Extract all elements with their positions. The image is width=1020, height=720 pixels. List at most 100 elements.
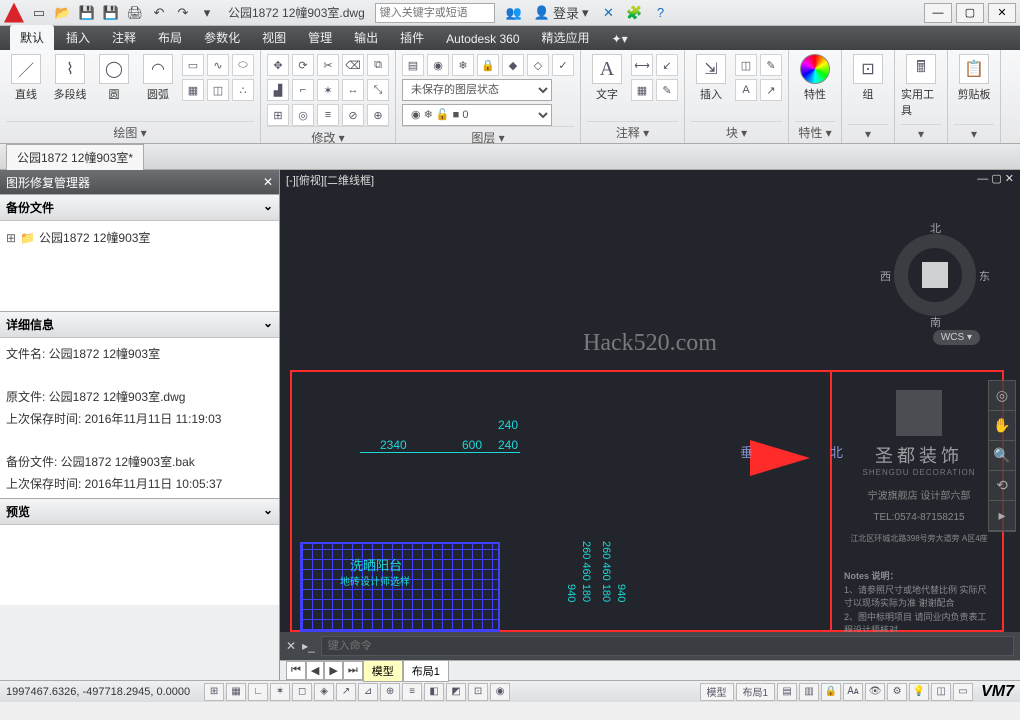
preview-header[interactable]: 预览⌄ bbox=[0, 499, 279, 525]
layout-last[interactable]: ⏭ bbox=[343, 661, 363, 680]
qat-saveas[interactable]: 💾 bbox=[100, 2, 122, 24]
ellipse-icon[interactable]: ⬭ bbox=[232, 54, 254, 76]
insert-button[interactable]: ⇲插入 bbox=[691, 54, 731, 121]
sb-dyn[interactable]: ⊕ bbox=[380, 683, 400, 701]
search-input[interactable] bbox=[375, 3, 495, 23]
sb-layout[interactable]: 布局1 bbox=[736, 683, 776, 701]
sb-iso[interactable]: ◫ bbox=[931, 683, 951, 701]
maximize-button[interactable]: ▢ bbox=[956, 3, 984, 23]
viewport-label[interactable]: [-][俯视][二维线框] bbox=[286, 172, 374, 188]
doc-tab-active[interactable]: 公园1872 12幢903室* bbox=[6, 144, 144, 170]
exchange-icon[interactable]: ✕ bbox=[597, 2, 619, 24]
layer-state-combo[interactable]: 未保存的图层状态 bbox=[402, 79, 552, 101]
utils-button[interactable]: 🖩实用工具 bbox=[901, 54, 941, 124]
tab-annotate[interactable]: 注释 bbox=[102, 25, 146, 50]
qat-undo[interactable]: ↶ bbox=[148, 2, 170, 24]
sb-snap[interactable]: ⊞ bbox=[204, 683, 224, 701]
move-icon[interactable]: ✥ bbox=[267, 54, 289, 76]
sb-am[interactable]: ◉ bbox=[490, 683, 510, 701]
point-icon[interactable]: ∴ bbox=[232, 79, 254, 101]
detail-header[interactable]: 详细信息⌄ bbox=[0, 312, 279, 338]
sb-otrack[interactable]: ↗ bbox=[336, 683, 356, 701]
dim-linear-icon[interactable]: ⟷ bbox=[631, 54, 653, 76]
erase-icon[interactable]: ⌫ bbox=[342, 54, 364, 76]
layout-next[interactable]: ▶ bbox=[324, 661, 342, 680]
props-button[interactable]: 特性 bbox=[795, 54, 835, 121]
fillet-icon[interactable]: ⌐ bbox=[292, 79, 314, 101]
qat-redo[interactable]: ↷ bbox=[172, 2, 194, 24]
layout-model[interactable]: 模型 bbox=[363, 660, 403, 682]
sb-3dosnap[interactable]: ◈ bbox=[314, 683, 334, 701]
sb-lwt[interactable]: ≡ bbox=[402, 683, 422, 701]
sb-polar[interactable]: ✶ bbox=[270, 683, 290, 701]
sb-qvl[interactable]: ▥ bbox=[799, 683, 819, 701]
panel-modify-title[interactable]: 修改 ▾ bbox=[267, 126, 389, 148]
sb-ortho[interactable]: ∟ bbox=[248, 683, 268, 701]
tab-output[interactable]: 输出 bbox=[344, 25, 388, 50]
align-icon[interactable]: ≡ bbox=[317, 104, 339, 126]
qat-dropdown[interactable]: ▾ bbox=[196, 2, 218, 24]
sb-ducs[interactable]: ⊿ bbox=[358, 683, 378, 701]
sb-tpy[interactable]: ◧ bbox=[424, 683, 444, 701]
group-button[interactable]: ⊡组 bbox=[848, 54, 888, 124]
arc-button[interactable]: ◠圆弧 bbox=[138, 54, 178, 121]
sb-qp[interactable]: ◩ bbox=[446, 683, 466, 701]
create-block-icon[interactable]: ◫ bbox=[735, 54, 757, 76]
layout-first[interactable]: ⏮ bbox=[286, 661, 306, 680]
offset-icon[interactable]: ◎ bbox=[292, 104, 314, 126]
break-icon[interactable]: ⊘ bbox=[342, 104, 364, 126]
wcs-badge[interactable]: WCS ▾ bbox=[933, 330, 980, 345]
nav-zoom-icon[interactable]: 🔍 bbox=[989, 441, 1015, 471]
apps-icon[interactable]: 🧩 bbox=[623, 2, 645, 24]
tab-a360[interactable]: Autodesk 360 bbox=[436, 28, 529, 50]
sb-ws[interactable]: ⚙ bbox=[887, 683, 907, 701]
qat-open[interactable]: 📂 bbox=[52, 2, 74, 24]
layer-match-icon[interactable]: ✓ bbox=[552, 54, 574, 76]
trim-icon[interactable]: ✂ bbox=[317, 54, 339, 76]
nav-orbit-icon[interactable]: ⟲ bbox=[989, 471, 1015, 501]
panel-annotate-title[interactable]: 注释 ▾ bbox=[587, 121, 678, 143]
qat-print[interactable]: 🖨 bbox=[124, 2, 146, 24]
layer-color-icon[interactable]: ◆ bbox=[502, 54, 524, 76]
scale-icon[interactable]: ⤡ bbox=[367, 79, 389, 101]
close-panel-icon[interactable]: ✕ bbox=[263, 175, 273, 189]
sb-hw[interactable]: 💡 bbox=[909, 683, 929, 701]
minimize-button[interactable]: — bbox=[924, 3, 952, 23]
clipboard-button[interactable]: 📋剪贴板 bbox=[954, 54, 994, 124]
login-button[interactable]: 👤登录▾ bbox=[529, 2, 594, 24]
explode-icon[interactable]: ✶ bbox=[317, 79, 339, 101]
viewport-controls[interactable]: [-][俯视][二维线框] — ▢ ✕ bbox=[280, 170, 1020, 190]
attr-icon[interactable]: A bbox=[735, 79, 757, 101]
table-icon[interactable]: ▦ bbox=[631, 79, 653, 101]
layout-prev[interactable]: ◀ bbox=[306, 661, 324, 680]
stretch-icon[interactable]: ↔ bbox=[342, 79, 364, 101]
layer-iso-icon[interactable]: ◇ bbox=[527, 54, 549, 76]
line-button[interactable]: ／直线 bbox=[6, 54, 46, 121]
polyline-button[interactable]: ⌇多段线 bbox=[50, 54, 90, 121]
panel-draw-title[interactable]: 绘图 ▾ bbox=[6, 121, 254, 143]
array-icon[interactable]: ⊞ bbox=[267, 104, 289, 126]
mirror-icon[interactable]: ▟ bbox=[267, 79, 289, 101]
drawing-canvas[interactable]: Hack520.com 北 南 东 西 WCS ▾ 2340 600 240 2… bbox=[280, 190, 1020, 632]
join-icon[interactable]: ⊕ bbox=[367, 104, 389, 126]
region-icon[interactable]: ◫ bbox=[207, 79, 229, 101]
mleader-icon[interactable]: ✎ bbox=[656, 79, 678, 101]
tab-layout[interactable]: 布局 bbox=[148, 25, 192, 50]
rotate-icon[interactable]: ⟳ bbox=[292, 54, 314, 76]
spline-icon[interactable]: ∿ bbox=[207, 54, 229, 76]
layer-props-icon[interactable]: ▤ bbox=[402, 54, 424, 76]
viewport-window-controls[interactable]: — ▢ ✕ bbox=[977, 172, 1014, 188]
cmd-close-icon[interactable]: ✕ bbox=[286, 639, 296, 653]
panel-layers-title[interactable]: 图层 ▾ bbox=[402, 126, 574, 148]
nav-showmotion-icon[interactable]: ▸ bbox=[989, 501, 1015, 531]
layer-freeze-icon[interactable]: ❄ bbox=[452, 54, 474, 76]
sb-annscale[interactable]: 🗛 bbox=[843, 683, 863, 701]
nav-wheel-icon[interactable]: ◎ bbox=[989, 381, 1015, 411]
backup-tree-item[interactable]: 📁公园1872 12幢903室 bbox=[6, 227, 273, 248]
tab-extras[interactable]: ✦▾ bbox=[602, 28, 638, 50]
edit-block-icon[interactable]: ✎ bbox=[760, 54, 782, 76]
layer-off-icon[interactable]: ◉ bbox=[427, 54, 449, 76]
tab-plugins[interactable]: 插件 bbox=[390, 25, 434, 50]
wblock-icon[interactable]: ↗ bbox=[760, 79, 782, 101]
sb-qv[interactable]: ▤ bbox=[777, 683, 797, 701]
